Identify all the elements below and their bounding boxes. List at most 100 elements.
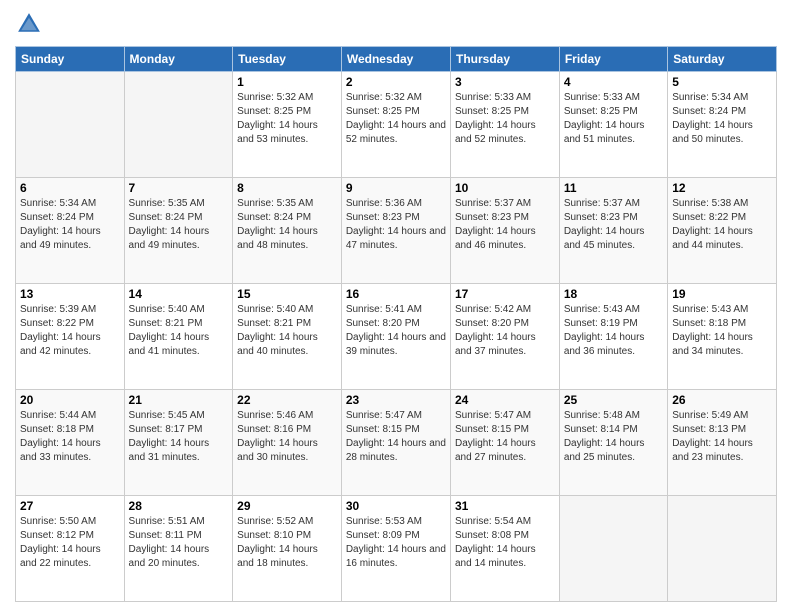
logo (15, 10, 47, 38)
day-cell: 7 Sunrise: 5:35 AMSunset: 8:24 PMDaylight… (124, 178, 233, 284)
day-info: Sunrise: 5:46 AMSunset: 8:16 PMDaylight:… (237, 409, 337, 465)
day-number: 27 (20, 499, 120, 513)
day-info: Sunrise: 5:35 AMSunset: 8:24 PMDaylight:… (237, 197, 337, 253)
day-info: Sunrise: 5:43 AMSunset: 8:19 PMDaylight:… (564, 303, 663, 359)
day-info: Sunrise: 5:43 AMSunset: 8:18 PMDaylight:… (672, 303, 772, 359)
day-info: Sunrise: 5:38 AMSunset: 8:22 PMDaylight:… (672, 197, 772, 253)
day-info: Sunrise: 5:48 AMSunset: 8:14 PMDaylight:… (564, 409, 663, 465)
day-info: Sunrise: 5:49 AMSunset: 8:13 PMDaylight:… (672, 409, 772, 465)
col-header-sunday: Sunday (16, 47, 125, 72)
day-cell: 17Sunrise: 5:42 AMSunset: 8:20 PMDayligh… (450, 284, 559, 390)
day-cell: 19 Sunrise: 5:43 AMSunset: 8:18 PMDayligh… (668, 284, 777, 390)
day-cell (668, 496, 777, 602)
day-number: 22 (237, 393, 337, 407)
day-info: Sunrise: 5:34 AMSunset: 8:24 PMDaylight:… (672, 91, 772, 147)
day-info: Sunrise: 5:39 AMSunset: 8:22 PMDaylight:… (20, 303, 120, 359)
day-cell: 26 Sunrise: 5:49 AMSunset: 8:13 PMDayligh… (668, 390, 777, 496)
day-cell (16, 72, 125, 178)
day-cell: 27 Sunrise: 5:50 AMSunset: 8:12 PMDayligh… (16, 496, 125, 602)
day-number: 13 (20, 287, 120, 301)
header (15, 10, 777, 38)
day-number: 4 (564, 75, 663, 89)
day-cell (124, 72, 233, 178)
day-number: 17 (455, 287, 555, 301)
day-cell: 23 Sunrise: 5:47 AMSunset: 8:15 PMDayligh… (341, 390, 450, 496)
day-number: 6 (20, 181, 120, 195)
day-info: Sunrise: 5:47 AMSunset: 8:15 PMDaylight:… (346, 409, 446, 465)
day-number: 15 (237, 287, 337, 301)
day-cell: 21 Sunrise: 5:45 AMSunset: 8:17 PMDayligh… (124, 390, 233, 496)
day-number: 26 (672, 393, 772, 407)
day-info: Sunrise: 5:36 AMSunset: 8:23 PMDaylight:… (346, 197, 446, 253)
day-cell: 28Sunrise: 5:51 AMSunset: 8:11 PMDayligh… (124, 496, 233, 602)
col-header-wednesday: Wednesday (341, 47, 450, 72)
day-info: Sunrise: 5:51 AMSunset: 8:11 PMDaylight:… (129, 515, 229, 571)
day-cell: 5 Sunrise: 5:34 AMSunset: 8:24 PMDaylight… (668, 72, 777, 178)
day-number: 23 (346, 393, 446, 407)
day-number: 20 (20, 393, 120, 407)
day-cell: 3 Sunrise: 5:33 AMSunset: 8:25 PMDaylight… (450, 72, 559, 178)
day-number: 31 (455, 499, 555, 513)
day-info: Sunrise: 5:34 AMSunset: 8:24 PMDaylight:… (20, 197, 120, 253)
day-info: Sunrise: 5:32 AMSunset: 8:25 PMDaylight:… (346, 91, 446, 147)
week-row-4: 20Sunrise: 5:44 AMSunset: 8:18 PMDayligh… (16, 390, 777, 496)
week-row-5: 27 Sunrise: 5:50 AMSunset: 8:12 PMDayligh… (16, 496, 777, 602)
day-number: 30 (346, 499, 446, 513)
col-header-monday: Monday (124, 47, 233, 72)
day-cell: 15Sunrise: 5:40 AMSunset: 8:21 PMDayligh… (233, 284, 342, 390)
day-number: 8 (237, 181, 337, 195)
day-cell: 22 Sunrise: 5:46 AMSunset: 8:16 PMDayligh… (233, 390, 342, 496)
day-cell: 11 Sunrise: 5:37 AMSunset: 8:23 PMDayligh… (559, 178, 667, 284)
day-info: Sunrise: 5:53 AMSunset: 8:09 PMDaylight:… (346, 515, 446, 571)
day-number: 21 (129, 393, 229, 407)
col-header-friday: Friday (559, 47, 667, 72)
day-number: 7 (129, 181, 229, 195)
day-number: 2 (346, 75, 446, 89)
day-cell: 9 Sunrise: 5:36 AMSunset: 8:23 PMDaylight… (341, 178, 450, 284)
day-cell: 14Sunrise: 5:40 AMSunset: 8:21 PMDayligh… (124, 284, 233, 390)
day-number: 10 (455, 181, 555, 195)
day-number: 9 (346, 181, 446, 195)
week-row-3: 13 Sunrise: 5:39 AMSunset: 8:22 PMDayligh… (16, 284, 777, 390)
day-number: 1 (237, 75, 337, 89)
day-number: 3 (455, 75, 555, 89)
day-cell: 30 Sunrise: 5:53 AMSunset: 8:09 PMDayligh… (341, 496, 450, 602)
day-cell: 8 Sunrise: 5:35 AMSunset: 8:24 PMDaylight… (233, 178, 342, 284)
day-info: Sunrise: 5:33 AMSunset: 8:25 PMDaylight:… (455, 91, 555, 147)
day-number: 5 (672, 75, 772, 89)
day-cell: 31Sunrise: 5:54 AMSunset: 8:08 PMDayligh… (450, 496, 559, 602)
day-cell: 25 Sunrise: 5:48 AMSunset: 8:14 PMDayligh… (559, 390, 667, 496)
day-info: Sunrise: 5:40 AMSunset: 8:21 PMDaylight:… (129, 303, 229, 359)
col-header-saturday: Saturday (668, 47, 777, 72)
day-info: Sunrise: 5:35 AMSunset: 8:24 PMDaylight:… (129, 197, 229, 253)
day-info: Sunrise: 5:41 AMSunset: 8:20 PMDaylight:… (346, 303, 446, 359)
day-cell: 1 Sunrise: 5:32 AMSunset: 8:25 PMDaylight… (233, 72, 342, 178)
page: SundayMondayTuesdayWednesdayThursdayFrid… (0, 0, 792, 612)
day-cell: 16Sunrise: 5:41 AMSunset: 8:20 PMDayligh… (341, 284, 450, 390)
day-info: Sunrise: 5:33 AMSunset: 8:25 PMDaylight:… (564, 91, 663, 147)
day-cell: 18Sunrise: 5:43 AMSunset: 8:19 PMDayligh… (559, 284, 667, 390)
day-cell: 24Sunrise: 5:47 AMSunset: 8:15 PMDayligh… (450, 390, 559, 496)
calendar-header-row: SundayMondayTuesdayWednesdayThursdayFrid… (16, 47, 777, 72)
col-header-thursday: Thursday (450, 47, 559, 72)
day-info: Sunrise: 5:50 AMSunset: 8:12 PMDaylight:… (20, 515, 120, 571)
col-header-tuesday: Tuesday (233, 47, 342, 72)
calendar-table: SundayMondayTuesdayWednesdayThursdayFrid… (15, 46, 777, 602)
day-cell: 12Sunrise: 5:38 AMSunset: 8:22 PMDayligh… (668, 178, 777, 284)
day-number: 19 (672, 287, 772, 301)
day-cell (559, 496, 667, 602)
day-info: Sunrise: 5:52 AMSunset: 8:10 PMDaylight:… (237, 515, 337, 571)
day-info: Sunrise: 5:45 AMSunset: 8:17 PMDaylight:… (129, 409, 229, 465)
day-info: Sunrise: 5:37 AMSunset: 8:23 PMDaylight:… (564, 197, 663, 253)
day-info: Sunrise: 5:47 AMSunset: 8:15 PMDaylight:… (455, 409, 555, 465)
day-cell: 10 Sunrise: 5:37 AMSunset: 8:23 PMDayligh… (450, 178, 559, 284)
day-cell: 13 Sunrise: 5:39 AMSunset: 8:22 PMDayligh… (16, 284, 125, 390)
day-number: 29 (237, 499, 337, 513)
day-info: Sunrise: 5:32 AMSunset: 8:25 PMDaylight:… (237, 91, 337, 147)
day-cell: 6 Sunrise: 5:34 AMSunset: 8:24 PMDaylight… (16, 178, 125, 284)
day-cell: 2 Sunrise: 5:32 AMSunset: 8:25 PMDaylight… (341, 72, 450, 178)
day-number: 11 (564, 181, 663, 195)
day-number: 25 (564, 393, 663, 407)
day-info: Sunrise: 5:37 AMSunset: 8:23 PMDaylight:… (455, 197, 555, 253)
week-row-1: 1 Sunrise: 5:32 AMSunset: 8:25 PMDaylight… (16, 72, 777, 178)
